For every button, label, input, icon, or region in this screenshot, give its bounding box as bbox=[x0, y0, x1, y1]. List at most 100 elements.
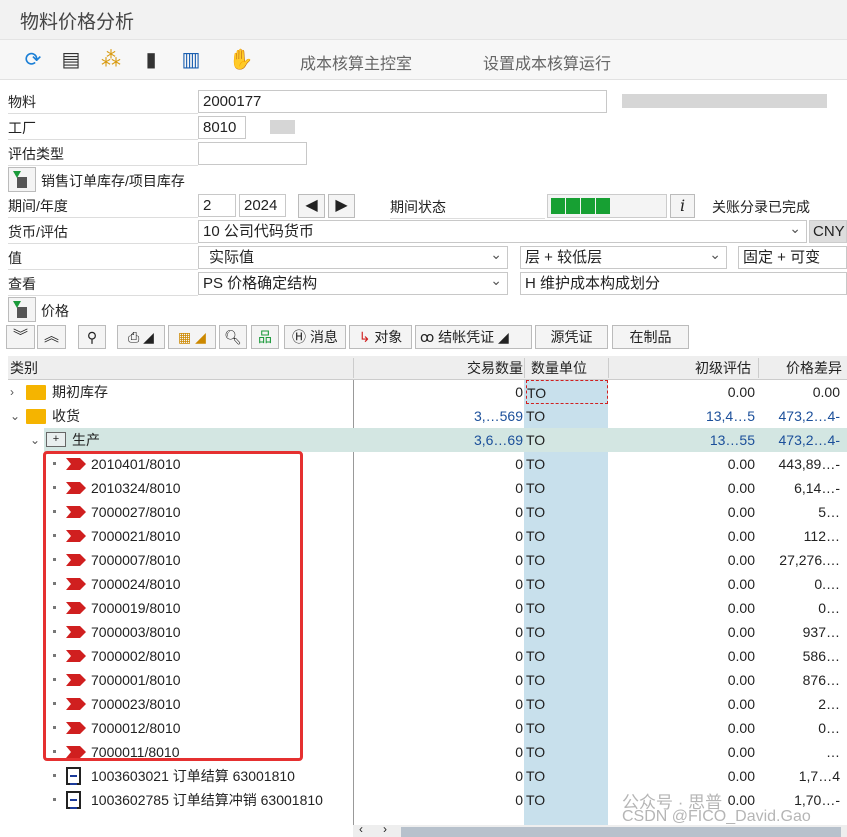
cost-component-field[interactable]: H 维护成本构成划分 bbox=[520, 272, 847, 295]
value-type-select[interactable]: 实际值 bbox=[198, 244, 508, 269]
uom-cell[interactable]: TO bbox=[526, 380, 608, 404]
messages-button[interactable]: Ⓗ 消息 bbox=[284, 325, 346, 349]
uom-cell[interactable]: TO bbox=[526, 788, 608, 812]
hierarchy-icon[interactable]: ⁂ bbox=[98, 47, 124, 73]
price-difference-cell: 0.… bbox=[814, 576, 840, 592]
column-preliminary-valuation[interactable]: 初级评估 bbox=[608, 358, 755, 378]
source-documents-button[interactable]: 源凭证 bbox=[535, 325, 608, 349]
view-select[interactable]: PS 价格确定结构 bbox=[198, 270, 508, 295]
scroll-left-icon[interactable]: ‹ bbox=[359, 822, 363, 836]
uom-cell[interactable]: TO bbox=[526, 452, 608, 476]
layout-menu-icon[interactable]: ▦ ◢ bbox=[168, 325, 216, 349]
uom-cell[interactable]: TO bbox=[526, 668, 608, 692]
price-difference-cell: 5… bbox=[818, 504, 840, 520]
material-label: 物料 bbox=[8, 91, 198, 114]
expand-all-button[interactable]: ︾ bbox=[6, 325, 35, 349]
preliminary-valuation-cell: 0.00 bbox=[727, 768, 755, 784]
uom-cell[interactable]: TO bbox=[526, 716, 608, 740]
year-input[interactable]: 2024 bbox=[239, 194, 286, 217]
uom-cell[interactable]: TO bbox=[526, 692, 608, 716]
uom-cell[interactable]: TO bbox=[526, 596, 608, 620]
refresh-icon[interactable]: ⟳ bbox=[20, 47, 46, 73]
currency-select[interactable]: 10 公司代码货币 bbox=[198, 218, 807, 243]
level-select[interactable]: 层 + 较低层 bbox=[520, 244, 727, 269]
fixed-variable-select[interactable]: 固定 + 可变 bbox=[738, 246, 847, 269]
uom-cell[interactable]: TO bbox=[526, 764, 608, 788]
column-quantity[interactable]: 交易数量 bbox=[353, 358, 523, 378]
valuation-type-input[interactable] bbox=[198, 142, 307, 165]
plant-input[interactable]: 8010 bbox=[198, 116, 246, 139]
grid-header: 类别 交易数量 数量单位 初级评估 价格差异 bbox=[8, 356, 847, 380]
scroll-right-icon[interactable]: › bbox=[383, 822, 387, 836]
uom-cell[interactable]: TO bbox=[526, 548, 608, 572]
table-row[interactable]: ⌄ + 生产 3,6…69 TO 13…55 473,2…4- bbox=[8, 428, 847, 452]
uom-cell[interactable]: TO bbox=[526, 428, 608, 452]
grid-icon[interactable]: ▥ bbox=[178, 47, 204, 73]
preliminary-valuation-cell: 0.00 bbox=[727, 384, 755, 400]
uom-cell[interactable]: TO bbox=[526, 644, 608, 668]
folder-open-icon bbox=[26, 409, 46, 424]
watermark-line2: CSDN @FICO_David.Gao bbox=[622, 808, 811, 825]
column-uom[interactable]: 数量单位 bbox=[524, 358, 608, 378]
highlight-box bbox=[43, 451, 303, 761]
wip-button[interactable]: 在制品 bbox=[612, 325, 689, 349]
material-input[interactable]: 2000177 bbox=[198, 90, 607, 113]
preliminary-valuation-cell: 0.00 bbox=[727, 648, 755, 664]
column-category[interactable]: 类别 bbox=[10, 358, 38, 378]
quantity-cell: 0 bbox=[515, 528, 523, 544]
price-difference-cell: 0… bbox=[818, 600, 840, 616]
table-row[interactable]: ⌄ 收货 3,…569 TO 13,4…5 473,2…4- bbox=[8, 404, 847, 428]
table-row[interactable]: › 期初库存 0 TO 0.00 0.00 bbox=[8, 380, 847, 404]
quantity-cell: 0 bbox=[515, 696, 523, 712]
hand-icon[interactable]: ✋ bbox=[228, 47, 254, 73]
preliminary-valuation-cell: 0.00 bbox=[727, 672, 755, 688]
closing-documents-button[interactable]: ꝏ 结帐凭证 ◢ bbox=[415, 325, 532, 349]
price-difference-cell: 2… bbox=[818, 696, 840, 712]
column-price-difference[interactable]: 价格差异 bbox=[758, 358, 842, 378]
uom-cell[interactable]: TO bbox=[526, 476, 608, 500]
uom-cell[interactable]: TO bbox=[526, 620, 608, 644]
quantity-cell: 0 bbox=[515, 456, 523, 472]
hierarchy-tree-icon[interactable]: 品 bbox=[251, 325, 279, 349]
preliminary-valuation-cell: 0.00 bbox=[727, 576, 755, 592]
price-toggle[interactable] bbox=[8, 297, 36, 322]
chevron-down-icon[interactable]: ⌄ bbox=[30, 428, 40, 452]
print-icon[interactable]: ⎙ ◢ bbox=[117, 325, 165, 349]
currency-code: CNY bbox=[809, 220, 847, 243]
uom-cell[interactable]: TO bbox=[526, 404, 608, 428]
quantity-cell: 0 bbox=[515, 504, 523, 520]
uom-cell[interactable]: TO bbox=[526, 500, 608, 524]
production-icon: + bbox=[46, 432, 66, 447]
quantity-cell: 0 bbox=[515, 672, 523, 688]
detail-icon[interactable]: 🔍︎ bbox=[219, 325, 247, 349]
columns-icon[interactable]: ▮ bbox=[138, 47, 164, 73]
tree-bullet bbox=[53, 774, 56, 777]
info-icon[interactable]: i bbox=[670, 194, 695, 218]
uom-cell[interactable]: TO bbox=[526, 524, 608, 548]
scroll-thumb[interactable] bbox=[401, 827, 841, 837]
layout-icon[interactable]: ▤ bbox=[58, 47, 84, 73]
quantity-cell: 0 bbox=[515, 600, 523, 616]
horizontal-scrollbar[interactable]: ‹ › bbox=[353, 822, 847, 837]
previous-period-button[interactable]: ◀ bbox=[298, 194, 325, 218]
period-input[interactable]: 2 bbox=[198, 194, 236, 217]
title-bar: 物料价格分析 bbox=[0, 0, 847, 40]
folder-icon bbox=[26, 385, 46, 400]
collapse-all-button[interactable]: ︽ bbox=[37, 325, 66, 349]
preliminary-valuation-cell: 0.00 bbox=[727, 696, 755, 712]
setup-costing-run-button[interactable]: 设置成本核算运行 bbox=[483, 50, 611, 74]
sales-order-stock-toggle[interactable] bbox=[8, 167, 36, 192]
chevron-down-icon[interactable]: ⌄ bbox=[10, 404, 20, 428]
price-difference-cell: … bbox=[826, 744, 840, 760]
find-icon[interactable]: ⚲ bbox=[78, 325, 106, 349]
sales-order-stock-label: 销售订单库存/项目库存 bbox=[41, 173, 185, 189]
currency-label: 货币/评估 bbox=[8, 221, 198, 244]
uom-cell[interactable]: TO bbox=[526, 740, 608, 764]
objects-button[interactable]: ↳ 对象 bbox=[349, 325, 412, 349]
table-row[interactable]: 1003603021 订单结算 63001810 0 TO 0.00 1,7…4 bbox=[8, 764, 847, 788]
chevron-right-icon[interactable]: › bbox=[10, 380, 14, 404]
costing-cockpit-button[interactable]: 成本核算主控室 bbox=[300, 50, 412, 74]
next-period-button[interactable]: ▶ bbox=[328, 194, 355, 218]
row-label: 收货 bbox=[52, 408, 80, 424]
uom-cell[interactable]: TO bbox=[526, 572, 608, 596]
